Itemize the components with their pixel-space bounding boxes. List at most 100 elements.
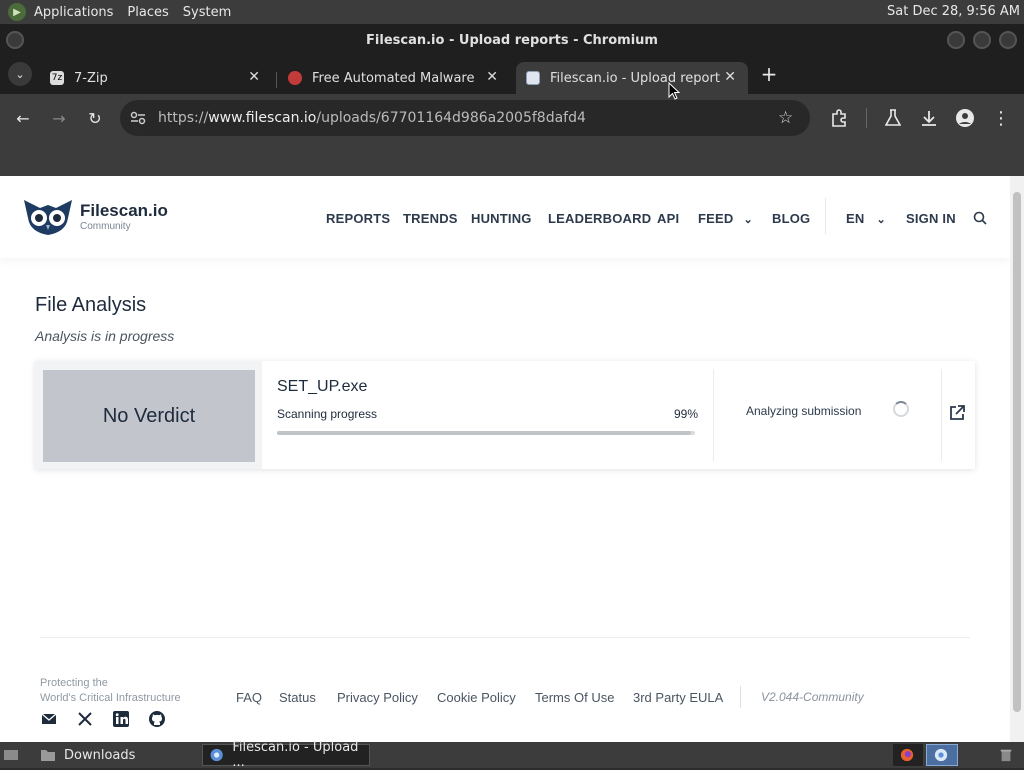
distro-logo-icon[interactable]: ▶ (8, 3, 26, 21)
url-text: https://www.filescan.io/uploads/67701164… (158, 110, 586, 126)
bookmark-star-icon[interactable]: ☆ (778, 108, 793, 128)
firefox-launcher[interactable] (893, 744, 923, 766)
bookmark-bar (0, 142, 1024, 176)
nav-trends[interactable]: TRENDS (403, 211, 458, 226)
back-icon[interactable]: ← (11, 106, 35, 130)
taskbar-label: Filescan.io - Upload ... (232, 740, 359, 770)
close-tab-icon[interactable]: ✕ (724, 69, 736, 85)
analysis-status: Analyzing submission (746, 404, 862, 418)
forward-icon[interactable]: → (47, 106, 71, 130)
loading-spinner-icon (893, 401, 909, 417)
tab-malware-analysis[interactable]: Free Automated Malware Analysis ✕ (278, 62, 510, 94)
progress-bar-fill (277, 431, 691, 435)
page-title: File Analysis (35, 294, 147, 316)
x-twitter-icon[interactable] (76, 710, 94, 728)
maximize-button[interactable] (973, 31, 991, 49)
places-menu[interactable]: Places (127, 5, 168, 20)
linkedin-icon[interactable] (112, 710, 130, 728)
profile-avatar-icon[interactable] (953, 106, 977, 130)
taskbar-label: Downloads (64, 747, 136, 763)
sign-in-link[interactable]: SIGN IN (906, 211, 956, 226)
chromium-icon (934, 748, 948, 762)
trash-button[interactable] (996, 744, 1020, 766)
browser-toolbar: ← → ↻ https://www.filescan.io/uploads/67… (0, 94, 1024, 142)
window-title: Filescan.io - Upload reports - Chromium (366, 32, 658, 48)
nav-api[interactable]: API (657, 211, 679, 226)
site-header: Filescan.io Community REPORTS TRENDS HUN… (0, 176, 1010, 258)
site-info-icon[interactable] (130, 111, 146, 125)
search-icon[interactable] (973, 211, 987, 225)
tab-strip: ⌄ 7z 7-Zip ✕ Free Automated Malware Anal… (0, 56, 1024, 94)
extensions-icon[interactable] (827, 106, 851, 130)
nav-divider (825, 198, 826, 234)
tab-title: 7-Zip (74, 70, 108, 86)
top-panel: ▶ Applications Places System Sat Dec 28,… (0, 0, 1024, 24)
footer-link-cookie[interactable]: Cookie Policy (437, 690, 516, 705)
brand-subtitle: Community (80, 220, 131, 232)
tab-7zip[interactable]: 7z 7-Zip ✕ (40, 62, 272, 94)
open-external-icon[interactable] (948, 404, 966, 422)
close-tab-icon[interactable]: ✕ (486, 69, 498, 85)
chevron-down-icon: ⌄ (876, 214, 886, 226)
nav-blog[interactable]: BLOG (772, 211, 810, 226)
card-divider (713, 369, 714, 461)
tab-filescan[interactable]: Filescan.io - Upload reports ✕ (516, 62, 748, 94)
filescan-favicon-icon (526, 71, 540, 85)
tab-title: Filescan.io - Upload reports (550, 70, 720, 86)
taskbar-item-downloads[interactable]: Downloads (34, 744, 194, 766)
applications-menu[interactable]: Applications (34, 5, 113, 20)
reload-icon[interactable]: ↻ (83, 106, 107, 130)
progress-percent: 99% (673, 407, 698, 421)
system-menu[interactable]: System (183, 5, 231, 20)
chevron-down-icon: ⌄ (743, 214, 753, 226)
brand-name: Filescan.io (80, 200, 168, 220)
nav-reports[interactable]: REPORTS (326, 211, 390, 226)
page-viewport[interactable]: Filescan.io Community REPORTS TRENDS HUN… (0, 176, 1010, 742)
footer-link-status[interactable]: Status (279, 690, 316, 705)
close-window-button[interactable] (999, 31, 1017, 49)
file-name[interactable]: SET_UP.exe (277, 378, 367, 396)
tab-search-button[interactable]: ⌄ (8, 62, 32, 86)
nav-feed[interactable]: FEED ⌄ (698, 211, 753, 226)
language-selector[interactable]: EN ⌄ (846, 211, 886, 226)
window-menu-button[interactable] (6, 31, 24, 49)
verdict-badge: No Verdict (43, 370, 255, 462)
downloads-icon[interactable] (917, 106, 941, 130)
minimize-button[interactable] (947, 31, 965, 49)
footer-divider (40, 637, 970, 638)
7zip-favicon-icon: 7z (50, 71, 64, 85)
card-divider (941, 369, 942, 461)
progress-bar (277, 431, 695, 435)
taskbar-item-chromium[interactable]: Filescan.io - Upload ... (202, 740, 370, 770)
email-icon[interactable] (40, 710, 58, 728)
tagline-line-1: Protecting the (40, 677, 108, 689)
nav-hunting[interactable]: HUNTING (471, 211, 532, 226)
nav-feed-label: FEED (698, 211, 734, 226)
nav-leaderboard[interactable]: LEADERBOARD (548, 211, 651, 226)
scrollbar-thumb[interactable] (1013, 192, 1021, 712)
analysis-result-card[interactable]: No Verdict SET_UP.exe Scanning progress … (35, 361, 975, 469)
firefox-icon (900, 748, 914, 762)
footer-link-eula[interactable]: 3rd Party EULA (633, 690, 723, 705)
close-tab-icon[interactable]: ✕ (248, 69, 260, 85)
mouse-cursor-icon (668, 82, 680, 100)
app-version: V2.044-Community (761, 690, 864, 704)
labs-flask-icon[interactable] (881, 106, 905, 130)
url-scheme: https:// (158, 110, 209, 126)
github-icon[interactable] (148, 710, 166, 728)
show-desktop-button[interactable] (0, 744, 26, 766)
new-tab-button[interactable]: + (757, 62, 781, 86)
tagline-line-2: World's Critical Infrastructure (40, 692, 181, 704)
footer-link-terms[interactable]: Terms Of Use (535, 690, 614, 705)
chrome-menu-icon[interactable]: ⋮ (989, 106, 1013, 130)
site-logo[interactable]: Filescan.io Community (22, 196, 168, 236)
page-subtitle: Analysis is in progress (35, 328, 175, 344)
trash-icon (1000, 749, 1012, 762)
clock[interactable]: Sat Dec 28, 9:56 AM (887, 4, 1020, 19)
page-scrollbar[interactable] (1010, 176, 1024, 742)
address-bar[interactable]: https://www.filescan.io/uploads/67701164… (120, 100, 810, 136)
chromium-launcher[interactable] (926, 744, 958, 766)
footer-link-faq[interactable]: FAQ (236, 690, 262, 705)
footer-link-privacy[interactable]: Privacy Policy (337, 690, 418, 705)
window-titlebar[interactable]: Filescan.io - Upload reports - Chromium (0, 24, 1024, 56)
